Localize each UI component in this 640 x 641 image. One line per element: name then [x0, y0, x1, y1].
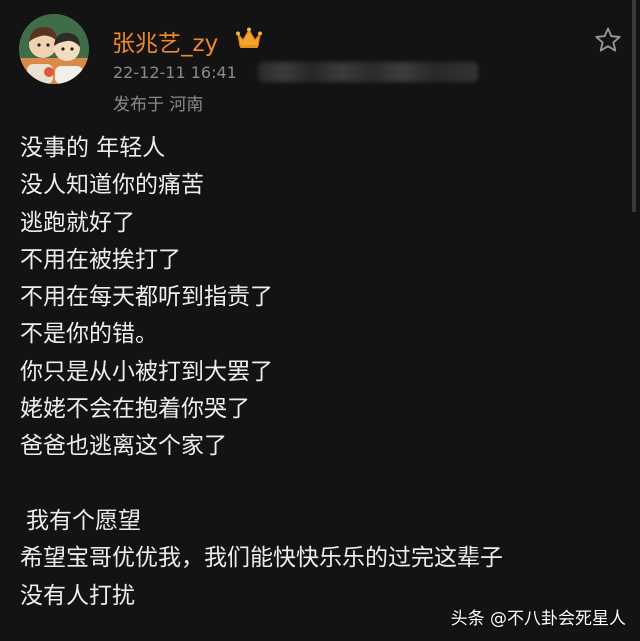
scrollbar[interactable] — [632, 0, 636, 212]
star-icon[interactable] — [594, 26, 622, 54]
weibo-post: 张兆艺_zy 22-12-11 16:41 发布于 河南 没事的 年轻人 没人知… — [0, 0, 640, 641]
watermark: 头条 @不八卦会死星人 — [450, 609, 626, 629]
crown-icon — [236, 27, 262, 48]
post-timestamp: 22-12-11 16:41 — [113, 63, 237, 82]
post-line: 不用在每天都听到指责了 — [20, 284, 273, 311]
post-line: 不是你的错。 — [20, 321, 158, 348]
avatar[interactable] — [19, 14, 89, 84]
post-line: 逃跑就好了 — [20, 209, 135, 236]
post-body: 没事的 年轻人 没人知道你的痛苦 逃跑就好了 不用在被挨打了 不用在每天都听到指… — [20, 130, 620, 615]
blurred-source-text — [258, 62, 478, 82]
post-line: 姥姥不会在抱着你哭了 — [20, 396, 250, 423]
post-line: 爸爸也逃离这个家了 — [20, 433, 227, 460]
avatar-illustration — [19, 14, 89, 84]
post-location: 发布于 河南 — [113, 95, 204, 115]
post-line: 不用在被挨打了 — [20, 246, 181, 273]
post-line: 希望宝哥优优我，我们能快快乐乐的过完这辈子 — [20, 545, 503, 572]
post-line: 没人知道你的痛苦 — [20, 172, 204, 199]
author-name[interactable]: 张兆艺_zy — [112, 24, 218, 58]
post-line: 你只是从小被打到大罢了 — [20, 358, 273, 385]
post-line: 我有个愿望 — [26, 507, 141, 534]
post-line: 没事的 年轻人 — [20, 135, 166, 161]
